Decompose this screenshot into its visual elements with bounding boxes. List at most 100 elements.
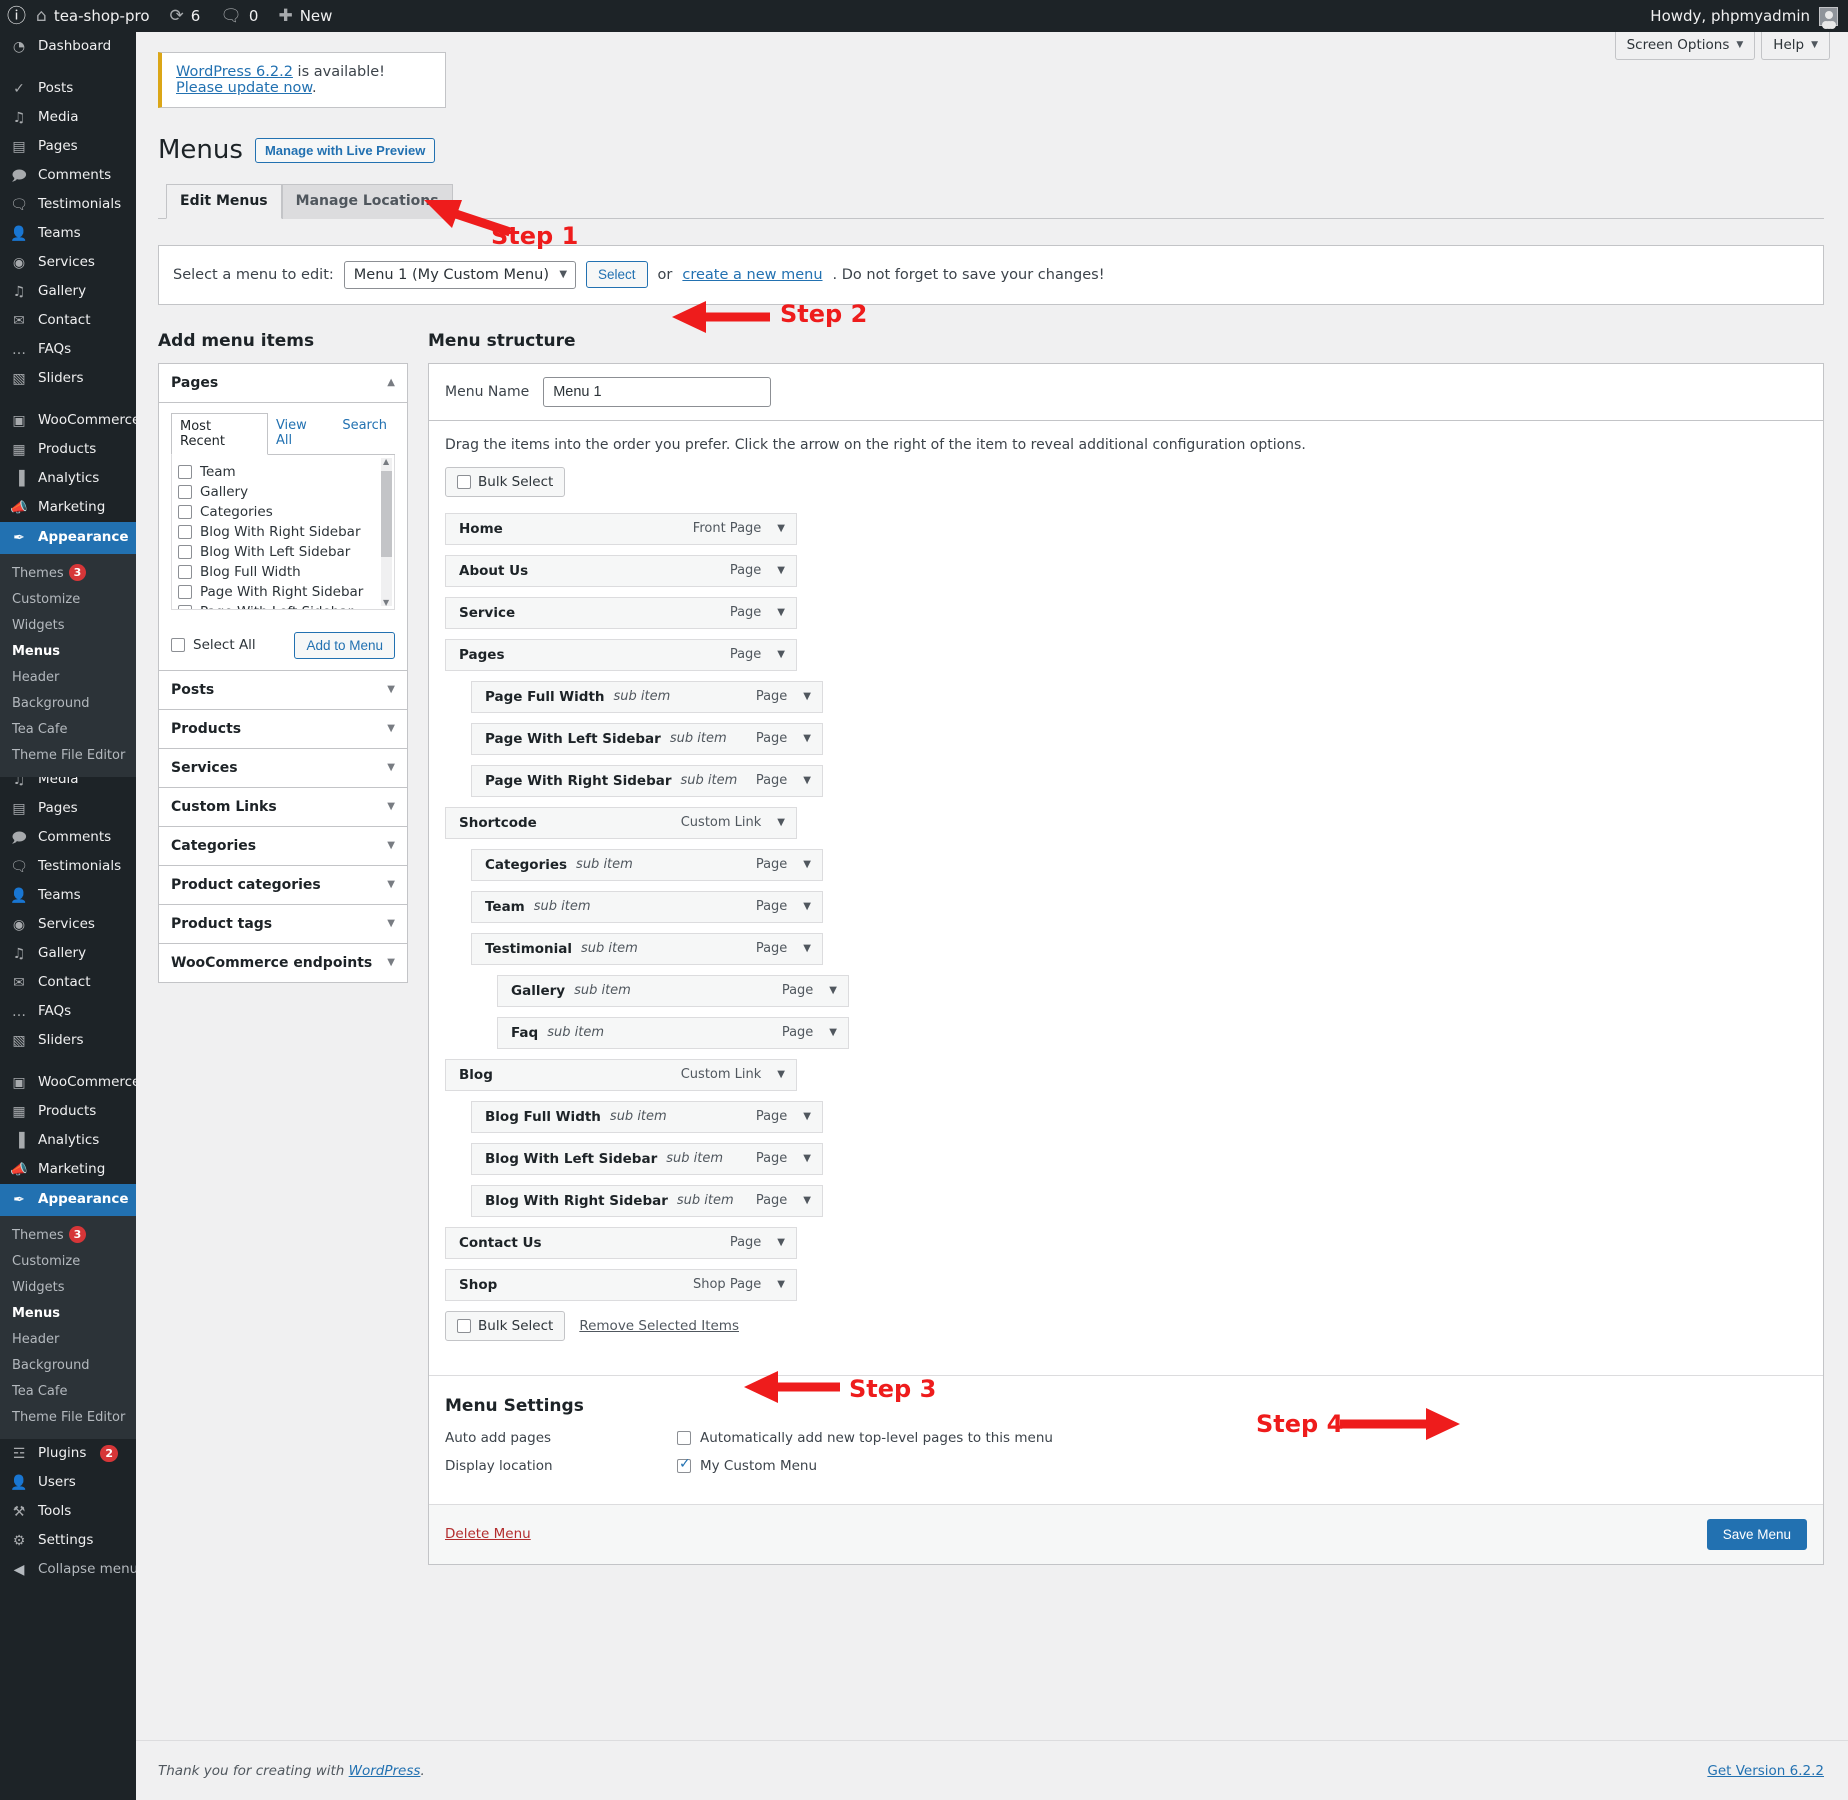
pages-tab-view-all[interactable]: View All bbox=[268, 413, 334, 454]
scroll-up-arrow-icon[interactable]: ▲ bbox=[383, 457, 389, 466]
page-checkbox[interactable] bbox=[178, 464, 192, 479]
accordion-header[interactable]: Posts ▼ bbox=[159, 670, 407, 709]
sidebar-item-pages[interactable]: ▤ Pages bbox=[0, 132, 136, 161]
page-checkbox[interactable] bbox=[178, 604, 192, 609]
page-checkbox[interactable] bbox=[178, 544, 192, 559]
save-menu-button[interactable]: Save Menu bbox=[1706, 1518, 1807, 1550]
menu-item-row[interactable]: Blog With Left Sidebar sub item Page ▼ bbox=[471, 1142, 823, 1175]
submenu-item-themes[interactable]: Themes 3 bbox=[0, 1222, 136, 1249]
accordion-header[interactable]: Product tags ▼ bbox=[159, 904, 407, 943]
accordion-header[interactable]: Custom Links ▼ bbox=[159, 787, 407, 826]
menu-item-row[interactable]: Page Full Width sub item Page ▼ bbox=[471, 680, 823, 713]
display-location-checkbox[interactable] bbox=[677, 1456, 691, 1473]
pages-accordion-header[interactable]: Pages ▲ bbox=[159, 363, 407, 403]
updates-menu[interactable]: ⟳ 6 bbox=[160, 0, 211, 32]
bulk-select-top-button[interactable]: Bulk Select bbox=[445, 466, 566, 497]
accordion-header[interactable]: Services ▼ bbox=[159, 748, 407, 787]
sidebar-item-plugins[interactable]: ☲ Plugins 2 bbox=[0, 1439, 136, 1468]
page-checkbox-row[interactable]: Team bbox=[178, 462, 388, 482]
menu-item-row[interactable]: Page With Left Sidebar sub item Page ▼ bbox=[471, 722, 823, 755]
sidebar-item-gallery[interactable]: ♫ Gallery bbox=[0, 277, 136, 306]
sidebar-item-analytics[interactable]: ▐ Analytics bbox=[0, 1126, 136, 1155]
accordion-products[interactable]: Products ▼ bbox=[158, 709, 408, 749]
submenu-item-tea-cafe[interactable]: Tea Cafe bbox=[0, 717, 136, 743]
wordpress-version-link[interactable]: WordPress 6.2.2 bbox=[176, 64, 293, 80]
submenu-item-theme-file-editor[interactable]: Theme File Editor bbox=[0, 1405, 136, 1431]
menu-item-row[interactable]: Home Front Page ▼ bbox=[445, 512, 797, 545]
scroll-down-arrow-icon[interactable]: ▼ bbox=[383, 598, 389, 607]
page-checkbox[interactable] bbox=[178, 584, 192, 599]
submenu-item-widgets[interactable]: Widgets bbox=[0, 1275, 136, 1301]
submenu-item-theme-file-editor[interactable]: Theme File Editor bbox=[0, 743, 136, 769]
sidebar-item-testimonials[interactable]: 🗨 Testimonials bbox=[0, 190, 136, 219]
menu-item-row[interactable]: Shortcode Custom Link ▼ bbox=[445, 806, 797, 839]
chevron-down-icon[interactable]: ▼ bbox=[777, 817, 785, 828]
submenu-item-customize[interactable]: Customize bbox=[0, 1249, 136, 1275]
chevron-down-icon[interactable]: ▼ bbox=[803, 943, 811, 954]
sidebar-item-gallery[interactable]: ♫ Gallery bbox=[0, 939, 136, 968]
bulk-select-bottom-button[interactable]: Bulk Select bbox=[445, 1310, 566, 1341]
accordion-product-categories[interactable]: Product categories ▼ bbox=[158, 865, 408, 905]
menu-item-row[interactable]: Team sub item Page ▼ bbox=[471, 890, 823, 923]
chevron-down-icon[interactable]: ▼ bbox=[803, 1111, 811, 1122]
submenu-item-background[interactable]: Background bbox=[0, 1353, 136, 1379]
page-checkbox[interactable] bbox=[178, 504, 192, 519]
chevron-down-icon[interactable]: ▼ bbox=[803, 1153, 811, 1164]
display-location-control[interactable]: My Custom Menu bbox=[677, 1456, 817, 1474]
wordpress-logo-icon[interactable]: ⓘ bbox=[0, 6, 26, 26]
sidebar-item-products[interactable]: ▦ Products bbox=[0, 435, 136, 464]
sidebar-item-users[interactable]: 👤 Users bbox=[0, 1468, 136, 1497]
sidebar-item-marketing[interactable]: 📣 Marketing bbox=[0, 1155, 136, 1184]
screen-options-button[interactable]: Screen Options ▼ bbox=[1614, 32, 1756, 60]
pages-tab-search[interactable]: Search bbox=[334, 413, 395, 454]
site-name-menu[interactable]: ⌂ tea-shop-pro bbox=[26, 0, 159, 32]
accordion-header[interactable]: Product categories ▼ bbox=[159, 865, 407, 904]
select-all-row[interactable]: Select All bbox=[171, 635, 256, 655]
page-checkbox-row[interactable]: Gallery bbox=[178, 482, 388, 502]
menu-item-row[interactable]: Faq sub item Page ▼ bbox=[497, 1016, 849, 1049]
submenu-item-menus[interactable]: Menus bbox=[0, 1301, 136, 1327]
page-checkbox-row[interactable]: Page With Right Sidebar bbox=[178, 582, 388, 602]
menu-item-row[interactable]: Blog Custom Link ▼ bbox=[445, 1058, 797, 1091]
page-checkbox-row[interactable]: Blog Full Width bbox=[178, 562, 388, 582]
chevron-down-icon[interactable]: ▼ bbox=[803, 859, 811, 870]
menu-item-row[interactable]: About Us Page ▼ bbox=[445, 554, 797, 587]
sidebar-item-posts[interactable]: ✓ Posts bbox=[0, 74, 136, 103]
menu-item-row[interactable]: Page With Right Sidebar sub item Page ▼ bbox=[471, 764, 823, 797]
sidebar-item-products[interactable]: ▦ Products bbox=[0, 1097, 136, 1126]
submenu-item-widgets[interactable]: Widgets bbox=[0, 613, 136, 639]
remove-selected-items-link[interactable]: Remove Selected Items bbox=[579, 1318, 739, 1334]
menu-item-row[interactable]: Contact Us Page ▼ bbox=[445, 1226, 797, 1259]
sidebar-item-faqs[interactable]: … FAQs bbox=[0, 335, 136, 364]
chevron-down-icon[interactable]: ▼ bbox=[803, 775, 811, 786]
chevron-down-icon[interactable]: ▼ bbox=[777, 1279, 785, 1290]
submenu-item-themes[interactable]: Themes 3 bbox=[0, 560, 136, 587]
submenu-item-header[interactable]: Header bbox=[0, 665, 136, 691]
sidebar-item-tools[interactable]: ⚒ Tools bbox=[0, 1497, 136, 1526]
chevron-down-icon[interactable]: ▼ bbox=[803, 901, 811, 912]
chevron-down-icon[interactable]: ▼ bbox=[777, 1237, 785, 1248]
menu-item-row[interactable]: Shop Shop Page ▼ bbox=[445, 1268, 797, 1301]
tab-edit-menus[interactable]: Edit Menus bbox=[166, 183, 282, 219]
add-to-menu-button[interactable]: Add to Menu bbox=[294, 631, 395, 659]
submenu-item-customize[interactable]: Customize bbox=[0, 587, 136, 613]
menu-item-row[interactable]: Service Page ▼ bbox=[445, 596, 797, 629]
accordion-header[interactable]: Products ▼ bbox=[159, 709, 407, 748]
chevron-down-icon[interactable]: ▼ bbox=[829, 985, 837, 996]
menu-item-row[interactable]: Pages Page ▼ bbox=[445, 638, 797, 671]
sidebar-item-teams[interactable]: 👤 Teams bbox=[0, 219, 136, 248]
get-version-link[interactable]: Get Version 6.2.2 bbox=[1707, 1763, 1824, 1779]
sidebar-item-appearance[interactable]: ✒ Appearance bbox=[0, 522, 136, 554]
accordion-header[interactable]: WooCommerce endpoints ▼ bbox=[159, 943, 407, 982]
page-checkbox[interactable] bbox=[178, 564, 192, 579]
submenu-item-menus[interactable]: Menus bbox=[0, 639, 136, 665]
menu-item-row[interactable]: Blog Full Width sub item Page ▼ bbox=[471, 1100, 823, 1133]
tab-manage-locations[interactable]: Manage Locations bbox=[281, 183, 453, 219]
sidebar-item-services[interactable]: ◉ Services bbox=[0, 248, 136, 277]
chevron-down-icon[interactable]: ▼ bbox=[803, 691, 811, 702]
manage-with-live-preview-button[interactable]: Manage with Live Preview bbox=[254, 138, 436, 164]
menu-item-row[interactable]: Testimonial sub item Page ▼ bbox=[471, 932, 823, 965]
sidebar-item-contact[interactable]: ✉ Contact bbox=[0, 306, 136, 335]
menu-item-row[interactable]: Blog With Right Sidebar sub item Page ▼ bbox=[471, 1184, 823, 1217]
page-checkbox-row[interactable]: Page With Left Sidebar bbox=[178, 602, 388, 609]
